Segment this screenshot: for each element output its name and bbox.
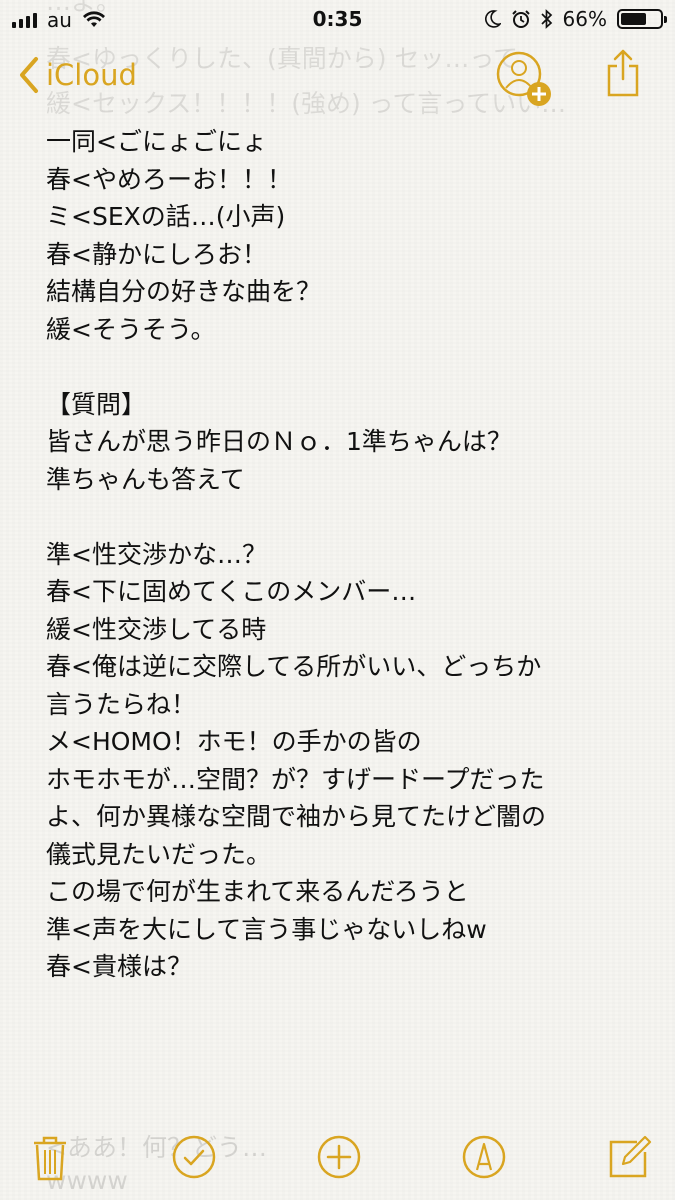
checklist-icon [172, 1135, 216, 1179]
chevron-left-icon [20, 57, 38, 93]
note-line: 【質問】 [46, 389, 147, 419]
compose-icon [609, 1135, 652, 1178]
note-line: ホモホモが…空間？が？すげードープだった [46, 764, 545, 794]
note-line: この場で何が生まれて来るんだろうと [46, 877, 469, 906]
markup-button[interactable] [461, 1134, 507, 1184]
note-line: 緩<性交渉してる時 [46, 614, 267, 644]
trash-icon [34, 1136, 66, 1181]
add-button[interactable] [316, 1134, 362, 1184]
back-button[interactable]: iCloud [18, 56, 137, 94]
note-line: 儀式見たいだった。 [46, 839, 272, 869]
add-person-button[interactable] [495, 50, 557, 116]
note-line: 春<俺は逆に交際してる所がいい、どっちか [46, 652, 542, 681]
note-line: 緩<そうそう。 [46, 314, 216, 344]
delete-button[interactable] [32, 1134, 68, 1186]
note-line: 準<性交渉かな…？ [46, 539, 267, 569]
compose-button[interactable] [607, 1134, 653, 1184]
battery-percent: 66% [562, 7, 607, 31]
note-line: 春<下に固めてくこのメンバー… [46, 577, 417, 606]
markup-icon [462, 1135, 506, 1179]
note-line: よ、何か異様な空間で袖から見てたけど闇の [46, 802, 547, 831]
note-line: メ<HOMO！ホモ！の手かの皆の [46, 727, 422, 756]
note-line: ミ<SEXの話…(小声) [46, 202, 286, 231]
note-line: 一同<ごにょごにょ [46, 127, 267, 156]
nav-bar: iCloud [0, 38, 675, 116]
share-button[interactable] [606, 48, 640, 102]
note-line: 皆さんが思う昨日のＮｏ．1準ちゃんは？ [46, 427, 512, 456]
note-line: 結構自分の好きな曲を？ [46, 277, 322, 306]
note-line: 春<静かにしろお！ [46, 239, 267, 269]
add-icon [317, 1135, 361, 1179]
back-label: iCloud [46, 58, 137, 92]
note-line: 準<声を大にして言う事じゃないしねw [46, 914, 487, 944]
add-person-icon [496, 51, 551, 106]
alarm-icon [511, 10, 530, 28]
note-body[interactable]: 一同<ごにょごにょ 春<やめろーお！！！ ミ<SEXの話…(小声) 春<静かにしろお！… [46, 123, 646, 986]
ghost-text-top: …よ。 [46, 0, 122, 16]
share-icon [607, 49, 639, 97]
note-line: 春<貴様は？ [46, 952, 192, 981]
bluetooth-icon [540, 9, 552, 29]
note-line: 言うたらね！ [46, 689, 197, 719]
battery-icon [617, 9, 667, 29]
bottom-toolbar [0, 1120, 675, 1200]
moon-icon [484, 10, 501, 28]
checklist-button[interactable] [171, 1134, 217, 1184]
battery-fill [621, 13, 647, 25]
note-line: 春<やめろーお！！！ [46, 164, 292, 194]
note-line: 準ちゃんも答えて [46, 464, 245, 494]
